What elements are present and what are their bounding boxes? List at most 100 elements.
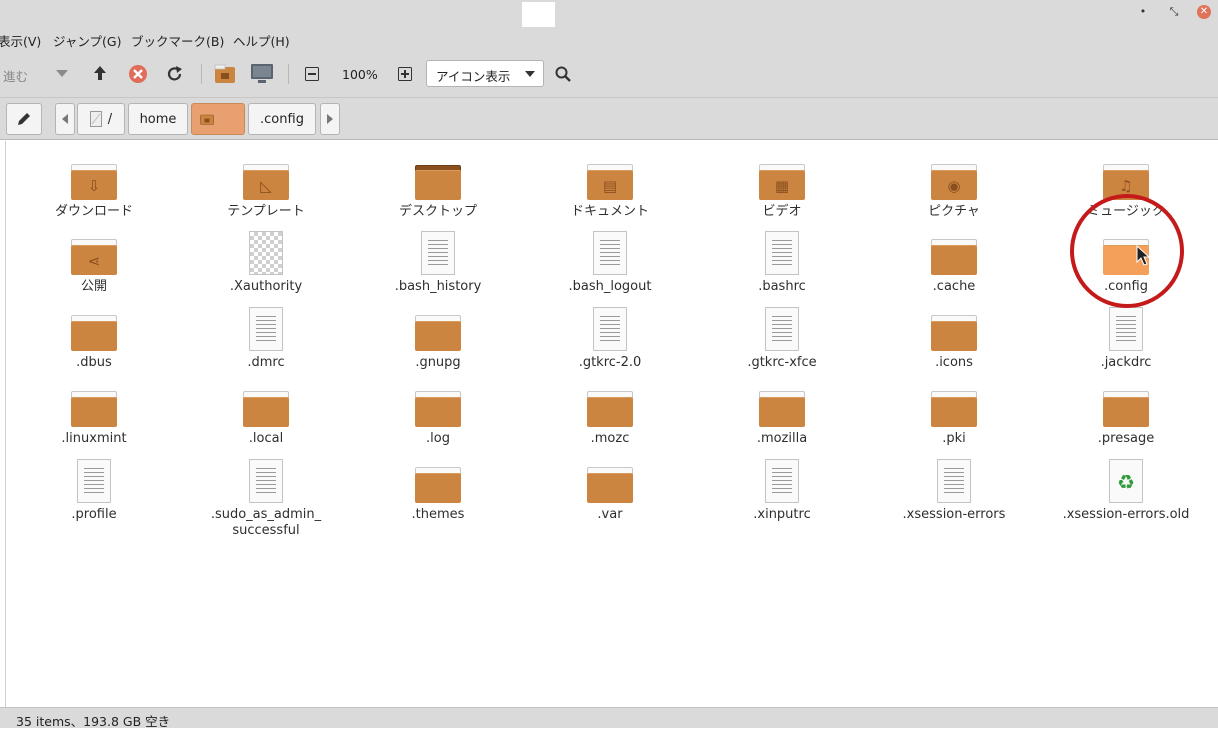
minimize-button[interactable]: • [1136, 5, 1150, 19]
file-item[interactable]: .jackdrc [1051, 303, 1201, 371]
file-item[interactable]: .profile [19, 455, 169, 523]
file-item-label: .pki [942, 431, 966, 446]
file-item[interactable]: .cache [879, 227, 1029, 295]
path-back-button[interactable] [55, 103, 75, 135]
file-item[interactable]: ⋖ 公開 [19, 227, 169, 295]
file-item[interactable]: .mozilla [707, 379, 857, 447]
menu-view[interactable]: 表示(V) [0, 31, 41, 50]
menu-help[interactable]: ヘルプ(H) [233, 31, 290, 50]
film-icon: ▦ [759, 164, 805, 200]
file-item[interactable]: .dmrc [191, 303, 341, 371]
file-item[interactable]: .dbus [19, 303, 169, 371]
file-item-label: .sudo_as_admin_ successful [210, 507, 322, 538]
path-root-button[interactable]: / [77, 103, 125, 135]
file-item[interactable]: .gnupg [363, 303, 513, 371]
text-file-icon [77, 459, 111, 503]
path-segment-user-home[interactable] [191, 103, 245, 135]
chevron-left-icon [62, 114, 68, 124]
file-item[interactable]: .var [535, 455, 685, 523]
folder-icon [587, 467, 633, 503]
menu-go[interactable]: ジャンプ(G) [53, 31, 121, 50]
pencil-icon [18, 113, 30, 125]
file-item-label: .Xauthority [229, 279, 303, 294]
path-segment-label: .config [260, 111, 304, 127]
file-item[interactable]: .bash_logout [535, 227, 685, 295]
file-icon-view[interactable]: ⇩ ダウンロード ◺ テンプレート デスクトップ ▤ ドキュメント ▦ ビデオ ◉ ピクチャ ♫ ミュー… [5, 141, 1218, 707]
toolbar-separator [288, 64, 289, 84]
file-item[interactable]: .xsession-errors [879, 455, 1029, 523]
file-item[interactable]: ▦ ビデオ [707, 152, 857, 220]
up-arrow-icon[interactable] [92, 65, 108, 81]
file-item[interactable]: ▤ ドキュメント [535, 152, 685, 220]
file-item[interactable]: .mozc [535, 379, 685, 447]
edit-path-button[interactable] [6, 103, 42, 135]
file-item-label: テンプレート [227, 204, 305, 219]
file-item[interactable]: .pki [879, 379, 1029, 447]
status-bar: 35 items、193.8 GB 空き [0, 707, 1218, 729]
text-file-icon [249, 459, 283, 503]
folder-icon [931, 239, 977, 275]
file-item[interactable]: デスクトップ [363, 152, 513, 220]
stop-icon[interactable] [128, 64, 148, 84]
text-file-icon [249, 307, 283, 351]
file-item[interactable]: .sudo_as_admin_ successful [191, 455, 341, 539]
file-item[interactable]: ◺ テンプレート [191, 152, 341, 220]
forward-dropdown-icon[interactable] [56, 70, 68, 78]
text-file-icon [1109, 307, 1143, 351]
search-icon[interactable] [555, 66, 571, 82]
path-forward-button[interactable] [320, 103, 340, 135]
file-item[interactable]: .themes [363, 455, 513, 523]
file-item[interactable]: .xinputrc [707, 455, 857, 523]
annotation-circle [1070, 194, 1184, 308]
file-item-label: .var [597, 507, 623, 522]
home-folder-icon[interactable] [214, 64, 236, 84]
toolbar: 進む 100% アイコン表示 [0, 50, 1218, 97]
file-item-label: .presage [1097, 431, 1155, 446]
file-item[interactable]: .Xauthority [191, 227, 341, 295]
file-item[interactable]: ♻ .xsession-errors.old [1051, 455, 1201, 523]
file-item-label: .themes [411, 507, 465, 522]
file-item-label: .cache [932, 279, 976, 294]
file-item[interactable]: .local [191, 379, 341, 447]
zoom-in-icon[interactable] [398, 67, 412, 81]
file-item[interactable]: .bashrc [707, 227, 857, 295]
file-item[interactable]: .icons [879, 303, 1029, 371]
zoom-out-icon[interactable] [305, 67, 319, 81]
view-mode-select[interactable]: アイコン表示 [426, 60, 544, 87]
checker-icon [249, 231, 283, 275]
file-item[interactable]: .bash_history [363, 227, 513, 295]
close-button[interactable]: ✕ [1197, 5, 1211, 19]
file-item[interactable]: .gtkrc-2.0 [535, 303, 685, 371]
folder-icon [71, 315, 117, 351]
menu-bookmarks[interactable]: ブックマーク(B) [131, 31, 224, 50]
file-item[interactable]: ⇩ ダウンロード [19, 152, 169, 220]
file-item-label: ドキュメント [570, 204, 649, 219]
file-item[interactable]: .gtkrc-xfce [707, 303, 857, 371]
folder-icon [931, 315, 977, 351]
path-segment-home[interactable]: home [128, 103, 188, 135]
file-item-label: デスクトップ [398, 204, 477, 219]
path-segment-config[interactable]: .config [248, 103, 316, 135]
path-root-label: / [107, 111, 113, 127]
zoom-level: 100% [342, 67, 378, 82]
camera-icon: ◉ [931, 164, 977, 200]
file-item[interactable]: .linuxmint [19, 379, 169, 447]
computer-icon[interactable] [250, 63, 274, 85]
maximize-button[interactable]: ⤡ [1167, 5, 1181, 19]
file-item[interactable]: ◉ ピクチャ [879, 152, 1029, 220]
file-item[interactable]: .log [363, 379, 513, 447]
file-item-label: ビデオ [762, 204, 802, 219]
desktop-icon [415, 164, 461, 200]
chevron-down-icon [525, 71, 535, 77]
reload-icon[interactable] [166, 65, 184, 83]
recycle-icon: ♻ [1109, 459, 1143, 503]
file-item-label: .mozilla [756, 431, 808, 446]
forward-button[interactable]: 進む [3, 66, 28, 85]
file-item-label: .gtkrc-2.0 [578, 355, 642, 370]
template-icon: ◺ [243, 164, 289, 200]
chevron-right-icon [327, 114, 333, 124]
file-item[interactable]: .presage [1051, 379, 1201, 447]
folder-icon [415, 391, 461, 427]
path-segment-label: home [139, 111, 177, 127]
text-file-icon [765, 307, 799, 351]
